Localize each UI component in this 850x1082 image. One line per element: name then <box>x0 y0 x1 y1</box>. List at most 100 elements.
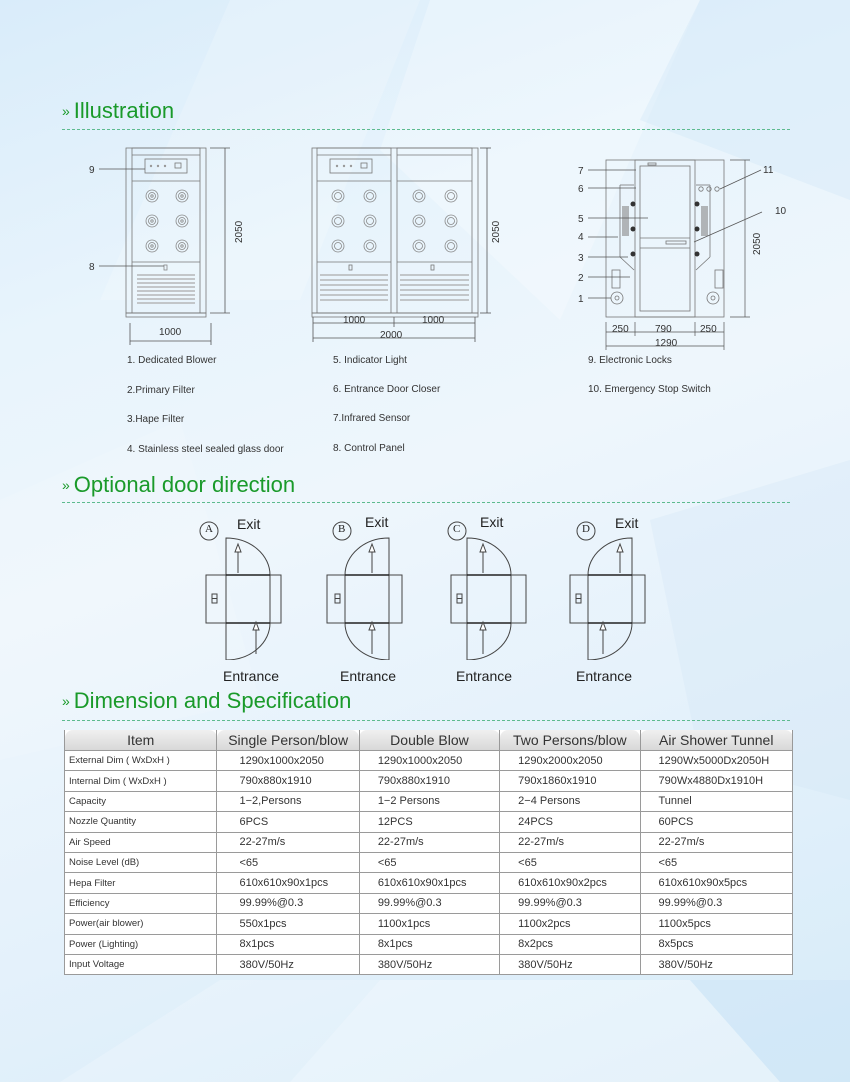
table-cell: 610x610x90x1pcs <box>216 872 360 894</box>
width-segment-right: 250 <box>700 324 717 335</box>
table-cell: 1−2,Persons <box>216 790 360 813</box>
table-cell: 99.99%@0.3 <box>216 892 360 915</box>
row-label: Power(air blower) <box>63 913 218 935</box>
table-row: Air Speed 22-27m/s 22-27m/s 22-27m/s 22-27m/… <box>63 831 793 853</box>
table-cell: 99.99%@0.3 <box>499 892 641 915</box>
legend-item: 3.Hape Filter <box>127 414 185 425</box>
table-cell: 60PCS <box>639 811 793 833</box>
row-label: Noise Level (dB) <box>63 851 218 874</box>
table-cell: 22-27m/s <box>358 831 501 853</box>
table-row: Internal Dim ( WxDxH ) 790x880x1910 790x88… <box>63 770 793 792</box>
table-cell: 1290Wx5000Dx2050H <box>639 749 793 772</box>
column-header: Item <box>63 730 218 751</box>
section-divider <box>62 502 790 503</box>
door-letter: B <box>338 523 346 535</box>
table-cell: 1290x1000x2050 <box>216 749 360 772</box>
section-divider <box>62 129 790 130</box>
callout-1: 1 <box>578 294 584 305</box>
callout-3: 3 <box>578 253 584 264</box>
column-header: Double Blow <box>358 730 501 751</box>
exit-label: Exit <box>480 514 504 530</box>
entrance-label: Entrance <box>223 668 280 684</box>
callout-7: 7 <box>578 166 584 177</box>
door-option-a: A Exit Entrance <box>195 510 295 690</box>
double-chevron-icon: » <box>62 693 70 709</box>
exit-label: Exit <box>237 516 261 532</box>
table-cell: 1290x2000x2050 <box>499 749 641 772</box>
row-label: Power (Lighting) <box>63 933 218 955</box>
table-cell: 790x1860x1910 <box>499 770 641 792</box>
section-title-text: Optional door direction <box>73 472 296 497</box>
legend-item: 5. Indicator Light <box>333 355 407 366</box>
table-row: Power (Lighting) 8x1pcs 8x1pcs 8x2pcs 8x5pcs <box>63 933 793 955</box>
table-row: External Dim ( WxDxH ) 1290x1000x2050 1290… <box>63 749 793 772</box>
table-cell: 8x1pcs <box>358 933 501 955</box>
row-label: Air Speed <box>63 831 218 853</box>
door-letter: A <box>205 523 213 535</box>
row-label: Hepa Filter <box>63 872 218 894</box>
table-cell: 380V/50Hz <box>358 953 501 976</box>
table-row: Input Voltage 380V/50Hz 380V/50Hz 380V/50Hz… <box>63 953 793 976</box>
drawing-double-blow: 2050 1000 1000 2000 <box>311 147 502 342</box>
specification-table: Item Single Person/blow Double Blow Two … <box>63 730 793 976</box>
table-cell: <65 <box>358 851 501 874</box>
height-dimension: 2050 <box>752 232 763 255</box>
section-divider <box>62 720 790 721</box>
legend-item: 2.Primary Filter <box>127 385 195 396</box>
callout-11: 11 <box>763 165 774 176</box>
table-cell: 790x880x1910 <box>358 770 501 792</box>
table-row: Noise Level (dB) <65 <65 <65 <65 <box>63 851 793 874</box>
drawing-single-person: 9 8 2050 1000 <box>89 147 245 345</box>
legend-item: 4. Stainless steel sealed glass door <box>127 444 284 455</box>
table-cell: 99.99%@0.3 <box>639 892 793 915</box>
row-label: Capacity <box>63 790 218 813</box>
entrance-label: Entrance <box>456 668 513 684</box>
callout-10: 10 <box>775 206 787 217</box>
table-cell: 380V/50Hz <box>639 953 793 976</box>
width-left-dimension: 1000 <box>343 315 366 326</box>
row-label: Internal Dim ( WxDxH ) <box>63 770 218 792</box>
table-cell: 1290x1000x2050 <box>358 749 501 772</box>
table-row: Nozzle Quantity 6PCS 12PCS 24PCS 60PCS <box>63 811 793 833</box>
door-letter: C <box>453 523 461 535</box>
table-cell: 8x5pcs <box>639 933 793 955</box>
section-title-dimension: » Dimension and Specification <box>62 688 351 714</box>
table-row: Hepa Filter 610x610x90x1pcs 610x610x90x1pc… <box>63 872 793 894</box>
double-chevron-icon: » <box>62 477 70 493</box>
callout-6: 6 <box>578 184 584 195</box>
callout-5: 5 <box>578 214 584 225</box>
table-cell: 1100x5pcs <box>639 913 793 935</box>
row-label: Input Voltage <box>63 953 218 976</box>
row-label: Nozzle Quantity <box>63 811 218 833</box>
table-cell: 610x610x90x5pcs <box>639 872 793 894</box>
width-total: 1290 <box>655 338 678 349</box>
table-cell: 1−2 Persons <box>358 790 501 813</box>
width-segment-center: 790 <box>655 324 672 335</box>
table-cell: 1100x2pcs <box>499 913 641 935</box>
table-cell: Tunnel <box>639 790 793 813</box>
height-dimension: 2050 <box>491 220 502 243</box>
table-cell: <65 <box>216 851 360 874</box>
row-label: Efficiency <box>63 892 218 915</box>
legend-item: 10. Emergency Stop Switch <box>588 384 711 395</box>
drawing-side-view: 7 6 5 4 3 2 1 11 10 2050 250 790 250 129… <box>578 159 787 350</box>
callout-8: 8 <box>89 262 95 273</box>
legend-item: 8. Control Panel <box>333 443 405 454</box>
table-cell: 790x880x1910 <box>216 770 360 792</box>
entrance-label: Entrance <box>576 668 633 684</box>
table-cell: 2−4 Persons <box>499 790 641 813</box>
table-cell: 1100x1pcs <box>358 913 501 935</box>
door-option-c: C Exit Entrance <box>445 510 545 690</box>
door-option-d: D Exit Entrance <box>568 510 668 690</box>
table-cell: 610x610x90x2pcs <box>499 872 641 894</box>
height-dimension: 2050 <box>234 220 245 243</box>
table-row: Capacity 1−2,Persons 1−2 Persons 2−4 Person… <box>63 790 793 813</box>
legend-item: 1. Dedicated Blower <box>127 355 217 366</box>
legend-item: 7.Infrared Sensor <box>333 413 411 424</box>
table-cell: 6PCS <box>216 811 360 833</box>
width-right-dimension: 1000 <box>422 315 445 326</box>
row-label: External Dim ( WxDxH ) <box>63 749 218 772</box>
table-cell: 99.99%@0.3 <box>358 892 501 915</box>
table-cell: 22-27m/s <box>639 831 793 853</box>
table-cell: 24PCS <box>499 811 641 833</box>
